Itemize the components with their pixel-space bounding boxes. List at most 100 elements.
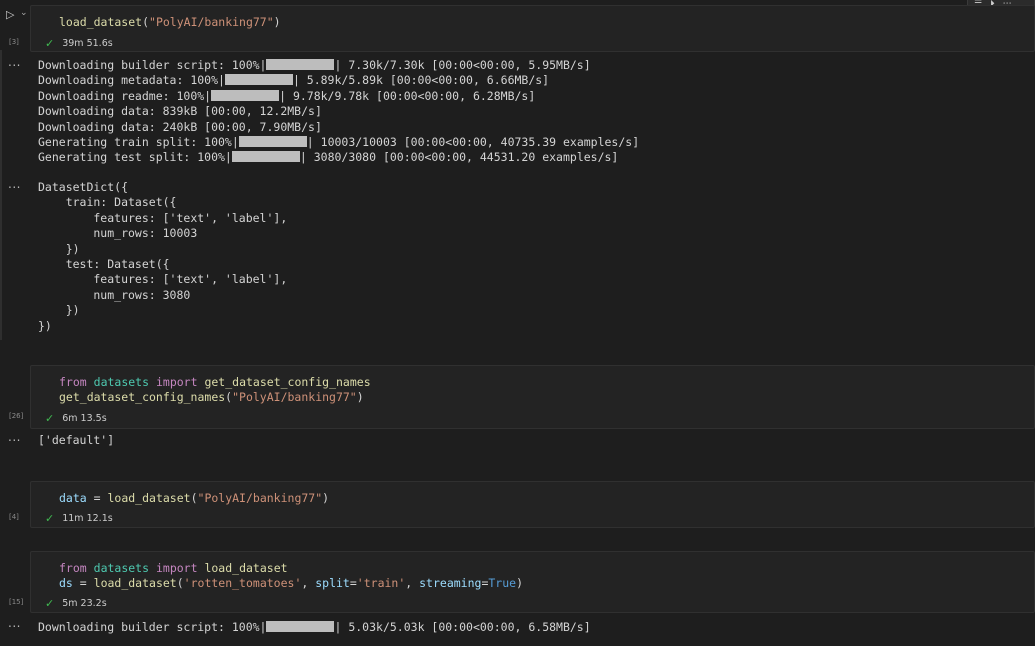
output-line: test: Dataset({ bbox=[38, 257, 170, 272]
progress-label: Downloading readme: 100%| bbox=[38, 88, 212, 103]
code-line[interactable]: data = load_dataset("PolyAI/banking77") bbox=[59, 491, 329, 506]
progress-bar bbox=[266, 59, 335, 70]
cell-source[interactable]: data = load_dataset("PolyAI/banking77") bbox=[59, 491, 329, 506]
output-menu-ellipsis[interactable]: ... bbox=[8, 430, 21, 444]
run-cell-button[interactable]: ▷ bbox=[6, 8, 14, 21]
progress-bar bbox=[231, 151, 300, 163]
check-icon: ✓ bbox=[45, 512, 55, 525]
progress-line: Downloading builder script: 100%| | 5.03k… bbox=[38, 620, 591, 635]
code-token: ) bbox=[356, 390, 364, 405]
output-line: }) bbox=[38, 303, 80, 318]
code-cell[interactable]: data = load_dataset("PolyAI/banking77") … bbox=[30, 481, 1035, 528]
code-token: = bbox=[72, 576, 94, 591]
output-line: features: ['text', 'label'], bbox=[38, 272, 288, 287]
output-menu-ellipsis[interactable]: ... bbox=[8, 55, 21, 69]
cell-source[interactable]: from datasets import get_dataset_config_… bbox=[59, 375, 371, 406]
code-token: = bbox=[349, 576, 357, 591]
progress-line: Downloading readme: 100%| | 9.78k/9.78k [… bbox=[38, 89, 639, 104]
execution-time: 6m 13.5s bbox=[62, 413, 107, 424]
code-token: 'rotten_tomatoes' bbox=[183, 576, 302, 591]
code-token: split bbox=[315, 576, 350, 591]
code-token: load_dataset bbox=[59, 15, 143, 29]
execution-time: 39m 51.6s bbox=[62, 38, 113, 49]
code-token: ( bbox=[190, 491, 198, 505]
progress-stats: | 10003/10003 [00:00<00:00, 40735.39 exa… bbox=[306, 135, 640, 150]
code-line[interactable]: get_dataset_config_names("PolyAI/banking… bbox=[59, 390, 371, 405]
progress-line: Downloading metadata: 100%| | 5.89k/5.89k… bbox=[38, 73, 639, 88]
progress-label: Downloading data: 839kB [00:00, 12.2MB/s… bbox=[38, 104, 322, 119]
execution-count: [15] bbox=[9, 598, 24, 606]
code-token: "PolyAI/banking77" bbox=[149, 15, 274, 29]
datasetdict-output: DatasetDict({ train: Dataset({ features:… bbox=[38, 180, 287, 334]
progress-label: Downloading data: 240kB [00:00, 7.90MB/s… bbox=[38, 119, 322, 134]
code-token: 'train' bbox=[356, 576, 406, 591]
progress-stats: | 9.78k/9.78k [00:00<00:00, 6.28MB/s] bbox=[279, 88, 536, 103]
code-token: ( bbox=[142, 15, 150, 29]
execution-time: 11m 12.1s bbox=[62, 513, 113, 524]
code-token: data bbox=[59, 491, 87, 505]
code-line[interactable]: from datasets import load_dataset bbox=[59, 561, 523, 576]
output-gutter bbox=[0, 50, 2, 340]
code-token: get_dataset_config_names bbox=[204, 375, 371, 389]
progress-bar bbox=[224, 74, 293, 86]
cell-source[interactable]: load_dataset("PolyAI/banking77") bbox=[59, 15, 281, 30]
cell-status: ✓ 5m 23.2s bbox=[45, 597, 107, 610]
progress-stats: | 3080/3080 [00:00<00:00, 44531.20 examp… bbox=[299, 150, 619, 165]
progress-label: Downloading builder script: 100%| bbox=[38, 58, 267, 72]
output-line: DatasetDict({ bbox=[38, 180, 129, 194]
output-line: train: Dataset({ bbox=[38, 195, 177, 210]
progress-bar bbox=[266, 621, 335, 632]
cell-status: ✓ 11m 12.1s bbox=[45, 512, 113, 525]
output-line: num_rows: 10003 bbox=[38, 226, 198, 241]
progress-stats: | 5.89k/5.89k [00:00<00:00, 6.66MB/s] bbox=[292, 73, 550, 88]
progress-line: Generating train split: 100%| | 10003/100… bbox=[38, 135, 639, 150]
progress-stats: | 5.03k/5.03k [00:00<00:00, 6.58MB/s] bbox=[334, 620, 591, 634]
output-menu-ellipsis[interactable]: ... bbox=[8, 616, 21, 630]
progress-label: Generating train split: 100%| bbox=[38, 135, 239, 150]
cell-status: ✓ 39m 51.6s bbox=[45, 37, 113, 50]
code-line[interactable]: from datasets import get_dataset_config_… bbox=[59, 375, 371, 390]
output-line: num_rows: 3080 bbox=[38, 287, 191, 302]
output-line: features: ['text', 'label'], bbox=[38, 210, 288, 225]
output-line: }) bbox=[38, 241, 80, 256]
code-token: datasets bbox=[93, 375, 150, 389]
code-token: , bbox=[301, 576, 316, 591]
output-line: }) bbox=[38, 318, 52, 333]
cell-source[interactable]: from datasets import load_dataset ds = lo… bbox=[59, 561, 523, 592]
code-token: "PolyAI/banking77" bbox=[197, 491, 323, 505]
code-token: get_dataset_config_names bbox=[59, 390, 226, 405]
progress-line: Generating test split: 100%| | 3080/3080 … bbox=[38, 150, 639, 165]
progress-line: Downloading data: 240kB [00:00, 7.90MB/s… bbox=[38, 120, 639, 135]
code-token: = bbox=[86, 491, 108, 505]
code-token: , bbox=[405, 576, 420, 591]
code-line[interactable]: load_dataset("PolyAI/banking77") bbox=[59, 15, 281, 30]
check-icon: ✓ bbox=[45, 37, 55, 50]
progress-label: Downloading builder script: 100%| bbox=[38, 620, 267, 634]
code-token: ) bbox=[322, 491, 330, 505]
execution-count: [3] bbox=[9, 38, 19, 46]
check-icon: ✓ bbox=[45, 412, 55, 425]
output-menu-ellipsis[interactable]: ... bbox=[8, 177, 21, 191]
progress-line: Downloading data: 839kB [00:00, 12.2MB/s… bbox=[38, 104, 639, 119]
progress-label: Generating test split: 100%| bbox=[38, 150, 232, 165]
check-icon: ✓ bbox=[45, 597, 55, 610]
progress-bar bbox=[238, 136, 307, 148]
code-cell[interactable]: from datasets import load_dataset ds = lo… bbox=[30, 551, 1035, 613]
code-cell[interactable]: from datasets import get_dataset_config_… bbox=[30, 365, 1035, 429]
code-token: load_dataset bbox=[107, 491, 191, 505]
progress-stats: | 7.30k/7.30k [00:00<00:00, 5.95MB/s] bbox=[334, 58, 591, 72]
code-token: True bbox=[488, 576, 517, 591]
code-token: load_dataset bbox=[93, 576, 177, 591]
execution-count: [4] bbox=[9, 513, 19, 521]
code-token: ) bbox=[516, 576, 524, 591]
chevron-down-icon[interactable]: ⌄ bbox=[20, 8, 28, 18]
config-names-output: ['default'] bbox=[38, 433, 115, 447]
code-cell[interactable]: load_dataset("PolyAI/banking77") ✓ 39m 5… bbox=[30, 5, 1035, 52]
code-line[interactable]: ds = load_dataset('rotten_tomatoes', spl… bbox=[59, 576, 523, 591]
code-token: ds bbox=[59, 576, 73, 591]
progress-output: Downloading builder script: 100%| | 5.03k… bbox=[38, 620, 591, 635]
execution-count: [26] bbox=[9, 412, 24, 420]
